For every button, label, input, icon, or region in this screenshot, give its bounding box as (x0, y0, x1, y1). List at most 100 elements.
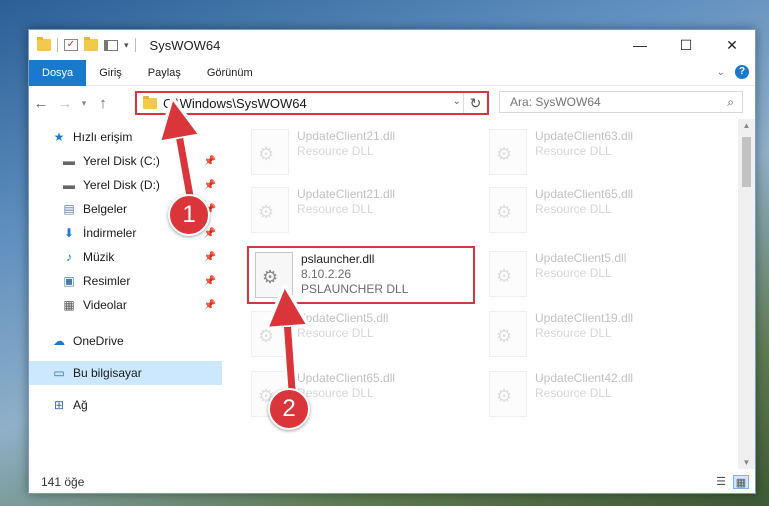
sidebar-item-label: Belgeler (83, 202, 128, 216)
file-description: Resource DLL (297, 326, 374, 340)
list-item[interactable]: UpdateClient5.dll Resource DLL (245, 307, 455, 363)
sidebar-item-pictures[interactable]: ▣ Resimler 📌 (29, 269, 222, 293)
sidebar-item-label: Müzik (83, 250, 115, 264)
list-item[interactable]: UpdateClient5.dll Resource DLL (483, 247, 693, 303)
file-text: UpdateClient65.dll Resource DLL (535, 183, 633, 217)
status-bar: 141 öğe ☰ ▦ (29, 470, 755, 494)
expand-ribbon-icon[interactable]: ⌄ (717, 67, 725, 78)
help-icon[interactable]: ? (735, 65, 749, 79)
details-view-icon[interactable]: ☰ (713, 475, 729, 489)
tab-view[interactable]: Görünüm (194, 60, 266, 86)
pin-icon[interactable]: 📌 (204, 300, 216, 311)
dll-file-icon (489, 251, 527, 297)
dll-file-icon (489, 311, 527, 357)
ribbon-tabs: Dosya Giriş Paylaş Görünüm ⌄ ? (29, 59, 755, 86)
sidebar-item-disk-d[interactable]: ▬ Yerel Disk (D:) 📌 (29, 173, 222, 197)
file-text: pslauncher.dll 8.10.2.26 PSLAUNCHER DLL (301, 248, 408, 297)
list-item[interactable]: UpdateClient42.dll Resource DLL (483, 367, 693, 423)
file-description: Resource DLL (535, 386, 612, 400)
dll-file-icon (251, 311, 289, 357)
search-icon[interactable]: ⌕ (727, 95, 734, 110)
file-name: UpdateClient19.dll (535, 311, 634, 325)
sidebar-item-network[interactable]: ⊞ Ağ (29, 393, 222, 417)
pin-icon[interactable]: 📌 (204, 156, 216, 167)
file-text: UpdateClient5.dll Resource DLL (535, 247, 626, 281)
sidebar-item-videos[interactable]: ▦ Videolar 📌 (29, 293, 222, 317)
close-button[interactable]: ✕ (709, 30, 755, 60)
file-name: UpdateClient65.dll (297, 371, 396, 385)
computer-icon: ▭ (53, 366, 65, 380)
maximize-button[interactable]: ☐ (663, 30, 709, 60)
file-description: Resource DLL (535, 266, 612, 280)
sidebar-item-label: Videolar (83, 298, 127, 312)
file-text: UpdateClient42.dll Resource DLL (535, 367, 633, 401)
scroll-up-icon[interactable]: ▲ (738, 121, 755, 130)
minimize-button[interactable]: — (617, 30, 663, 60)
scroll-down-icon[interactable]: ▼ (738, 458, 755, 467)
file-name: UpdateClient5.dll (535, 251, 627, 265)
step-1-badge: 1 (168, 194, 210, 236)
refresh-icon[interactable]: ↻ (463, 93, 487, 113)
file-name: UpdateClient65.dll (535, 187, 634, 201)
tab-share[interactable]: Paylaş (135, 60, 194, 86)
divider (134, 38, 136, 52)
sidebar-item-label: Yerel Disk (C:) (83, 154, 160, 168)
address-path[interactable]: C:\Windows\SysWOW64 (163, 96, 307, 111)
list-item[interactable]: UpdateClient65.dll Resource DLL (483, 183, 693, 239)
pslauncher-file-item[interactable]: pslauncher.dll 8.10.2.26 PSLAUNCHER DLL (247, 246, 475, 304)
address-bar[interactable]: C:\Windows\SysWOW64 ⌄ ↻ (135, 91, 489, 115)
scrollbar-thumb[interactable] (742, 137, 751, 187)
file-name: pslauncher.dll (301, 252, 375, 266)
network-icon: ⊞ (53, 398, 65, 412)
file-text: UpdateClient19.dll Resource DLL (535, 307, 633, 341)
list-item[interactable]: UpdateClient21.dll Resource DLL (245, 183, 455, 239)
list-item[interactable]: UpdateClient21.dll Resource DLL (245, 125, 455, 181)
tab-file[interactable]: Dosya (29, 59, 87, 86)
large-icons-view-icon[interactable]: ▦ (733, 475, 749, 489)
sidebar-item-label: Yerel Disk (D:) (83, 178, 160, 192)
pin-icon[interactable]: 📌 (204, 228, 216, 239)
recent-locations-chevron-icon[interactable]: ▾ (77, 98, 91, 109)
address-dropdown-icon[interactable]: ⌄ (453, 96, 461, 107)
dll-file-icon (489, 129, 527, 175)
pin-icon[interactable]: 📌 (204, 252, 216, 263)
list-item[interactable]: UpdateClient19.dll Resource DLL (483, 307, 693, 363)
back-arrow-icon[interactable]: ← (29, 95, 53, 112)
step-2-badge: 2 (268, 388, 310, 430)
sidebar-item-music[interactable]: ♪ Müzik 📌 (29, 245, 222, 269)
vertical-scrollbar[interactable]: ▲ ▼ (738, 119, 755, 469)
sidebar-item-quick-access[interactable]: ★ Hızlı erişim (29, 125, 222, 149)
customize-dropdown-icon[interactable]: ▾ (124, 40, 129, 51)
properties-check-icon[interactable]: ✓ (64, 39, 78, 51)
up-arrow-icon[interactable]: ↑ (91, 95, 115, 112)
pin-icon[interactable]: 📌 (204, 276, 216, 287)
dll-file-icon (251, 129, 289, 175)
forward-arrow-icon[interactable]: → (53, 95, 77, 112)
sidebar-item-this-pc[interactable]: ▭ Bu bilgisayar (29, 361, 222, 385)
explorer-window: ✓ ▾ SysWOW64 — ☐ ✕ Dosya Giriş Paylaş Gö… (28, 29, 756, 494)
pin-icon[interactable]: 📌 (204, 180, 216, 191)
search-box[interactable]: ⌕ (499, 91, 743, 113)
tab-home[interactable]: Giriş (86, 60, 135, 86)
title-bar: ✓ ▾ SysWOW64 — ☐ ✕ (29, 30, 755, 60)
search-input[interactable] (510, 95, 710, 109)
dll-file-icon (489, 371, 527, 417)
file-description: Resource DLL (297, 202, 374, 216)
file-text: UpdateClient65.dll Resource DLL (297, 367, 395, 401)
file-name: UpdateClient63.dll (535, 129, 634, 143)
sidebar-item-label: Ağ (73, 398, 88, 412)
view-options-icon[interactable] (104, 39, 118, 51)
file-description: Resource DLL (297, 144, 374, 158)
file-text: UpdateClient5.dll Resource DLL (297, 307, 388, 341)
sidebar-item-disk-c[interactable]: ▬ Yerel Disk (C:) 📌 (29, 149, 222, 173)
file-description: Resource DLL (535, 326, 612, 340)
window-title: SysWOW64 (149, 37, 221, 53)
drive-icon: ▬ (63, 178, 75, 192)
list-item[interactable]: UpdateClient63.dll Resource DLL (483, 125, 693, 181)
new-folder-icon[interactable] (84, 37, 98, 51)
sidebar-item-onedrive[interactable]: ☁ OneDrive (29, 329, 222, 353)
file-name: UpdateClient5.dll (297, 311, 389, 325)
file-name: UpdateClient42.dll (535, 371, 634, 385)
